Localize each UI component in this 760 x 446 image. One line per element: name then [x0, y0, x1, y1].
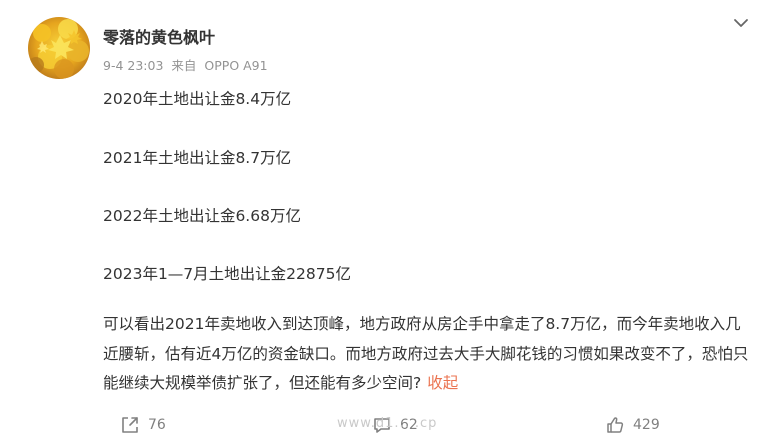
post-line: 2022年土地出让金6.68万亿: [103, 207, 301, 225]
thumbs-up-icon: [607, 417, 624, 433]
repost-count: 76: [148, 417, 166, 433]
post-line: 2021年土地出让金8.7万亿: [103, 149, 292, 167]
author-name[interactable]: 零落的黄色枫叶: [103, 24, 215, 48]
comment-button[interactable]: 62: [372, 413, 418, 437]
post-paragraph-text: 可以看出2021年卖地收入到达顶峰，地方政府从房企手中拿走了8.7万亿，而今年卖…: [103, 315, 749, 392]
post-paragraph: 可以看出2021年卖地收入到达顶峰，地方政府从房企手中拿走了8.7万亿，而今年卖…: [103, 310, 753, 399]
post-meta: 9-4 23:03 来自 OPPO A91: [103, 55, 268, 74]
autumn-maple-leaves-avatar-icon: [28, 17, 90, 79]
like-count: 429: [633, 417, 660, 433]
chevron-down-icon: [734, 19, 748, 27]
post-line: 2020年土地出让金8.4万亿: [103, 90, 292, 108]
post-line: 2023年1—7月土地出让金22875亿: [103, 265, 351, 283]
share-icon: [122, 417, 138, 433]
like-button[interactable]: 429: [605, 413, 660, 437]
source-prefix: 来自: [171, 58, 197, 73]
comment-count: 62: [400, 417, 418, 433]
more-options-button[interactable]: [730, 13, 752, 33]
collapse-link[interactable]: 收起: [427, 374, 458, 392]
repost-button[interactable]: 76: [120, 413, 166, 437]
post-time[interactable]: 9-4 23:03: [103, 58, 163, 73]
comment-icon: [374, 418, 390, 433]
device-name: OPPO A91: [204, 58, 268, 73]
avatar[interactable]: [28, 17, 90, 79]
